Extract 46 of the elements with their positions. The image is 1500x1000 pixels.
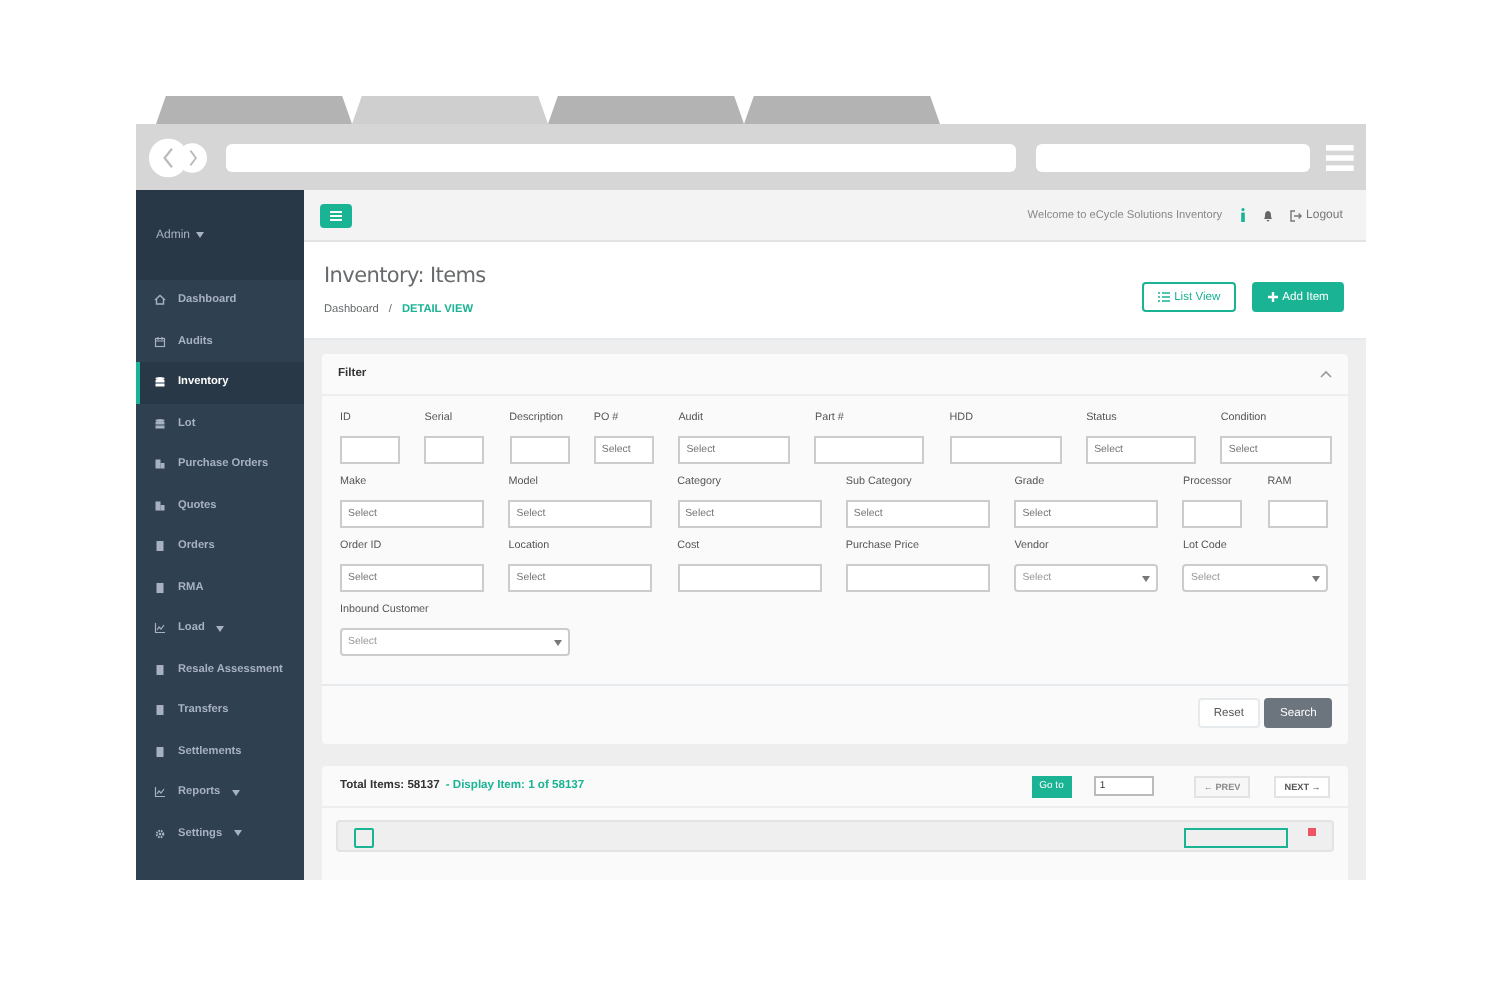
- input-field[interactable]: [845, 564, 990, 592]
- delete-icon[interactable]: [1308, 828, 1317, 836]
- list-icon: [1158, 292, 1171, 302]
- browser-tab[interactable]: [744, 96, 940, 124]
- browser-tab[interactable]: [156, 96, 352, 124]
- input-field[interactable]: [1182, 500, 1243, 528]
- input-field[interactable]: [949, 436, 1062, 464]
- input-field[interactable]: [1267, 500, 1328, 528]
- caret-icon: [196, 232, 205, 238]
- input-field[interactable]: [509, 436, 570, 464]
- address-bar[interactable]: [226, 143, 1017, 171]
- menu-toggle-button[interactable]: [320, 203, 352, 227]
- chart-icon: [154, 622, 166, 635]
- menu-icon[interactable]: [1326, 143, 1354, 171]
- building-icon: [154, 499, 166, 512]
- caret-icon: [1312, 575, 1321, 581]
- input-field[interactable]: [424, 436, 485, 464]
- building-icon: [154, 458, 166, 471]
- input-field[interactable]: [814, 436, 925, 464]
- database-icon: [154, 376, 166, 389]
- menu-icon: [330, 209, 342, 221]
- page-title: Inventory: Items: [324, 264, 486, 288]
- chevron-up-icon[interactable]: [1320, 370, 1333, 378]
- checkbox[interactable]: [354, 828, 374, 848]
- document-icon: [154, 745, 166, 758]
- caret-icon: [1142, 575, 1151, 581]
- info-icon[interactable]: [1240, 208, 1247, 222]
- gear-icon: [154, 827, 166, 840]
- chart-icon: [154, 786, 166, 799]
- browser-search-field[interactable]: [1036, 143, 1311, 171]
- browser-tab[interactable]: [352, 96, 548, 124]
- plus-icon: [1268, 292, 1279, 302]
- browser-tab[interactable]: [548, 96, 744, 124]
- sign-out-icon: [1290, 209, 1303, 221]
- input-field[interactable]: [677, 564, 822, 592]
- document-icon: [154, 704, 166, 717]
- home-icon: [154, 294, 166, 307]
- document-icon: [154, 581, 166, 594]
- document-icon: [154, 663, 166, 676]
- database-icon: [154, 417, 166, 430]
- document-icon: [154, 540, 166, 553]
- calendar-icon: [154, 335, 166, 348]
- caret-icon: [554, 639, 562, 645]
- input-field[interactable]: [340, 436, 400, 464]
- bell-icon[interactable]: [1262, 209, 1275, 221]
- tag-outline: [1184, 828, 1289, 848]
